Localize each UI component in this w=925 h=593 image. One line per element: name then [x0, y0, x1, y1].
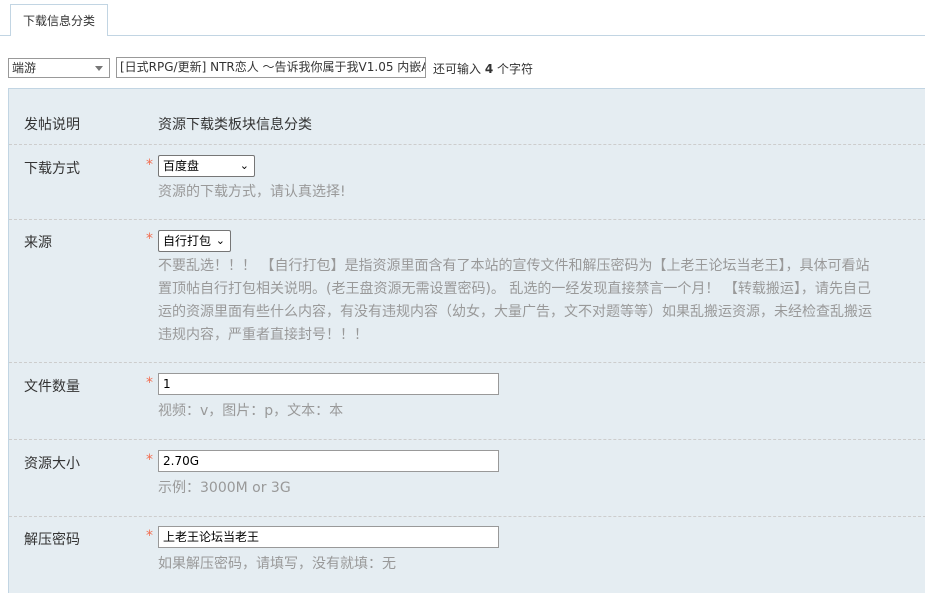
row-size: 资源大小 * 2.70G 示例：3000M or 3G: [9, 440, 925, 517]
remaining-prefix: 还可输入: [433, 62, 482, 76]
password-hint: 如果解压密码，请填写，没有就填：无: [158, 556, 396, 572]
remaining-suffix: 个字符: [497, 62, 534, 76]
download-method-label: 下载方式: [24, 161, 80, 177]
file-count-label: 文件数量: [24, 379, 80, 395]
row-download-method: 下载方式 * 百度盘 ⌄ 资源的下载方式，请认真选择!: [9, 145, 925, 220]
source-value: 自行打包: [163, 234, 212, 248]
required-mark: *: [146, 452, 153, 468]
remaining-count: 4: [484, 62, 494, 76]
chevron-down-icon: ⌄: [215, 234, 225, 247]
tab-download-info[interactable]: 下载信息分类: [10, 4, 109, 36]
row-password: 解压密码 * 上老王论坛当老王 如果解压密码，请填写，没有就填：无: [9, 517, 925, 593]
required-mark: *: [146, 528, 153, 544]
file-count-input[interactable]: 1: [158, 373, 499, 395]
password-label: 解压密码: [24, 532, 80, 548]
file-count-hint: 视频：v，图片：p，文本：本: [158, 403, 344, 419]
source-hint-line-2: 置顶帖自行打包相关说明。(老王盘资源无需设置密码)。 乱选的一经发现直接禁言一个…: [158, 281, 871, 297]
tab-bar: 下载信息分类: [0, 0, 925, 36]
required-mark: *: [146, 375, 153, 391]
notice-value: 资源下载类板块信息分类: [158, 117, 312, 133]
thread-type-value: 端游: [12, 61, 37, 75]
source-label: 来源: [24, 235, 52, 251]
size-input[interactable]: 2.70G: [158, 450, 499, 472]
row-notice: 发帖说明 资源下载类板块信息分类: [9, 89, 925, 145]
required-mark: *: [146, 231, 153, 247]
download-method-hint: 资源的下载方式，请认真选择!: [158, 184, 346, 200]
row-file-count: 文件数量 * 1 视频：v，图片：p，文本：本: [9, 363, 925, 440]
download-method-select[interactable]: 百度盘 ⌄: [158, 155, 255, 177]
password-input[interactable]: 上老王论坛当老王: [158, 526, 499, 548]
size-label: 资源大小: [24, 456, 80, 472]
subject-input[interactable]: [日式RPG/更新] NTR恋人 ～告诉我你属于我V1.05 内嵌AI汉化: [116, 57, 426, 78]
thread-type-select[interactable]: 端游: [8, 58, 110, 78]
chevron-down-icon: ⌄: [239, 159, 249, 172]
info-panel: 发帖说明 资源下载类板块信息分类 下载方式 * 百度盘 ⌄ 资源的下载方式，请认…: [8, 88, 925, 593]
dropdown-arrow-icon: [95, 66, 103, 71]
source-hint-line-3: 运的资源里面有些什么内容，有没有违规内容（幼女，大量广告，文不对题等等）如果乱搬…: [158, 304, 872, 320]
size-hint: 示例：3000M or 3G: [158, 480, 291, 496]
source-hint-line-1: 不要乱选！！！ 【自行打包】是指资源里面含有了本站的宣传文件和解压密码为【上老王…: [158, 258, 870, 274]
remaining-chars: 还可输入 4 个字符: [433, 60, 533, 77]
source-select[interactable]: 自行打包 ⌄: [158, 230, 231, 252]
download-method-value: 百度盘: [163, 159, 200, 173]
notice-label: 发帖说明: [24, 117, 80, 133]
required-mark: *: [146, 157, 153, 173]
source-hint-line-4: 违规内容，严重者直接封号！！！: [158, 327, 368, 343]
row-source: 来源 * 自行打包 ⌄ 不要乱选！！！ 【自行打包】是指资源里面含有了本站的宣传…: [9, 220, 925, 363]
